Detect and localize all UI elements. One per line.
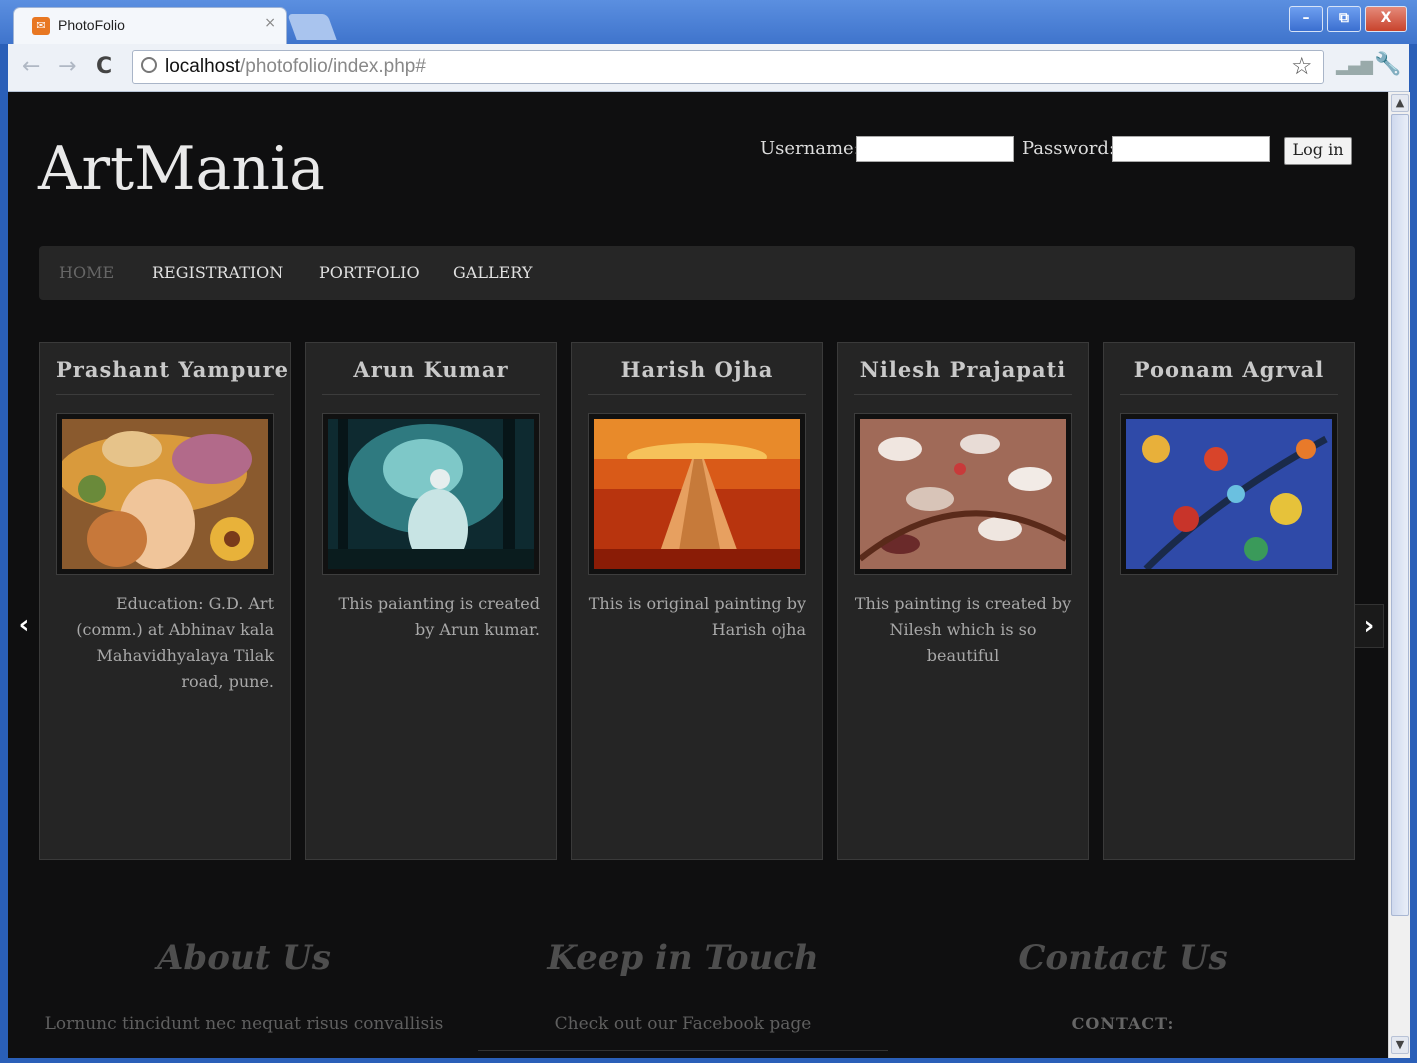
footer-contact: Contact Us CONTACT: (918, 938, 1328, 1033)
artist-card[interactable]: Harish Ojha This is original painting by… (571, 342, 823, 860)
artwork-image[interactable] (62, 419, 268, 569)
footer-about: About Us Lornunc tincidunt nec nequat ri… (38, 938, 450, 1034)
artwork-image[interactable] (594, 419, 800, 569)
reload-icon[interactable]: C (96, 54, 112, 79)
carousel-next-icon[interactable]: › (1354, 604, 1384, 648)
artist-description: This painting is created by Nilesh which… (854, 594, 1072, 665)
footer-about-text: Lornunc tincidunt nec nequat risus conva… (44, 1014, 444, 1034)
artist-card[interactable]: Arun Kumar This paianting is created by … (305, 342, 557, 860)
scroll-up-icon[interactable]: ▲ (1391, 94, 1409, 112)
artist-description: This is original painting by Harish ojha (588, 594, 806, 639)
nav-item-gallery[interactable]: GALLERY (453, 263, 532, 282)
artwork-image[interactable] (860, 419, 1066, 569)
page-viewport: ArtMania Username: Password: Log in HOME… (8, 92, 1388, 1058)
artwork-frame[interactable] (1120, 413, 1338, 575)
artist-name: Arun Kumar (322, 357, 540, 395)
artwork-frame[interactable] (588, 413, 806, 575)
artist-description: This paianting is created by Arun kumar. (338, 594, 540, 639)
login-button[interactable]: Log in (1284, 137, 1352, 165)
bookmark-star-icon[interactable]: ☆ (1291, 52, 1313, 80)
site-logo[interactable]: ArtMania (38, 134, 325, 204)
artist-name: Poonam Agrval (1120, 357, 1338, 395)
window-bottom-edge (0, 1058, 1417, 1063)
window-titlebar: ✉ PhotoFolio × – ⧉ X (0, 0, 1417, 44)
tab-title: PhotoFolio (58, 17, 125, 33)
back-arrow-icon[interactable]: ← (22, 54, 40, 79)
artist-name: Prashant Yampure (56, 357, 288, 395)
site-favicon-icon: ✉ (32, 17, 50, 35)
close-window-button[interactable]: X (1365, 6, 1407, 32)
minimize-button[interactable]: – (1289, 6, 1323, 32)
page-actions-icon[interactable]: ▂▄▆ (1336, 56, 1373, 75)
artwork-frame[interactable] (854, 413, 1072, 575)
nav-item-home[interactable]: HOME (59, 263, 114, 282)
scroll-down-icon[interactable]: ▼ (1391, 1036, 1409, 1054)
artwork-image[interactable] (1126, 419, 1332, 569)
page-info-icon[interactable] (141, 57, 157, 73)
address-bar[interactable]: localhost/photofolio/index.php# (132, 50, 1324, 84)
footer-contact-label: CONTACT: (1071, 1014, 1175, 1033)
browser-tab[interactable]: ✉ PhotoFolio × (14, 8, 286, 44)
artist-name: Nilesh Prajapati (854, 357, 1072, 395)
username-input[interactable] (856, 136, 1014, 162)
username-label: Username: (760, 138, 860, 159)
artist-name: Harish Ojha (588, 357, 806, 395)
password-input[interactable] (1112, 136, 1270, 162)
scrollbar-thumb[interactable] (1391, 114, 1409, 916)
url-text: localhost/photofolio/index.php# (165, 56, 426, 77)
carousel-prev-icon[interactable]: ‹ (10, 604, 38, 646)
artist-card[interactable]: Nilesh Prajapati This painting is create… (837, 342, 1089, 860)
footer-contact-title: Contact Us (1018, 938, 1228, 978)
nav-item-portfolio[interactable]: PORTFOLIO (319, 263, 420, 282)
restore-button[interactable]: ⧉ (1327, 6, 1361, 32)
tab-close-icon[interactable]: × (264, 15, 276, 31)
footer-about-title: About Us (157, 938, 331, 978)
nav-item-registration[interactable]: REGISTRATION (152, 263, 283, 282)
browser-toolbar: ← → C localhost/photofolio/index.php# ☆ … (8, 44, 1409, 92)
footer-touch-title: Keep in Touch (547, 938, 819, 978)
forward-arrow-icon[interactable]: → (58, 54, 76, 79)
artist-card[interactable]: Poonam Agrval (1103, 342, 1355, 860)
artwork-frame[interactable] (56, 413, 274, 575)
wrench-menu-icon[interactable]: 🔧 (1374, 52, 1401, 77)
footer-facebook-link[interactable]: Check out our Facebook page (478, 1014, 888, 1034)
footer-divider (478, 1050, 888, 1051)
main-nav: HOME REGISTRATION PORTFOLIO GALLERY (39, 246, 1355, 300)
page-scrollbar[interactable]: ▲ ▼ (1388, 92, 1410, 1058)
password-label: Password: (1022, 138, 1115, 159)
artist-description: Education: G.D. Art (comm.) at Abhinav k… (76, 594, 274, 691)
artwork-image[interactable] (328, 419, 534, 569)
artwork-frame[interactable] (322, 413, 540, 575)
new-tab-button[interactable] (287, 14, 337, 40)
footer-touch: Keep in Touch Check out our Facebook pag… (478, 938, 888, 1034)
artist-card[interactable]: Prashant Yampure Education: G.D. Art (co… (39, 342, 291, 860)
